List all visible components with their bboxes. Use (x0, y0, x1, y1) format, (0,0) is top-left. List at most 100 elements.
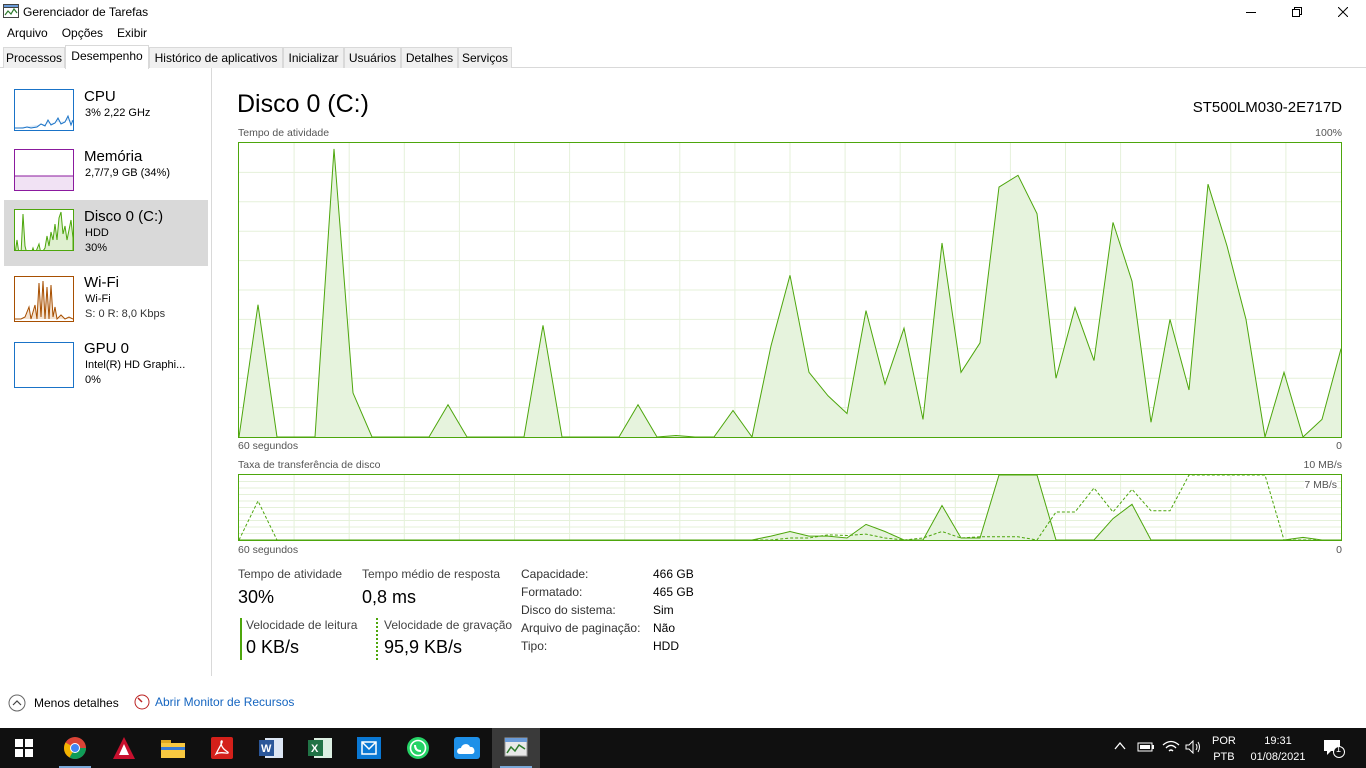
system-disk-value: Sim (653, 603, 674, 617)
less-details-label: Menos detalhes (34, 696, 119, 710)
acrobat-icon (211, 737, 233, 759)
sidebar-item-wifi[interactable]: Wi-Fi Wi-Fi S: 0 R: 8,0 Kbps (4, 268, 208, 334)
taskbar-outlook[interactable] (345, 728, 393, 768)
sidebar-item-sub: 3% 2,22 GHz (85, 107, 151, 119)
sidebar-item-label: GPU 0 (84, 340, 130, 357)
less-details-button[interactable]: Menos detalhes (8, 694, 119, 712)
outlook-mail-icon (357, 737, 381, 759)
tab-servicos[interactable]: Serviços (458, 47, 512, 68)
tab-usuarios[interactable]: Usuários (344, 47, 401, 68)
task-manager-icon (504, 737, 528, 757)
transfer-graph-secondary-scale: 7 MB/s (1304, 479, 1337, 491)
read-speed-label: Velocidade de leitura (246, 618, 358, 632)
cpu-thumbnail-graph (14, 89, 74, 131)
menu-exibir[interactable]: Exibir (110, 24, 154, 44)
activity-graph (238, 142, 1342, 438)
speaker-icon (1185, 739, 1200, 755)
sidebar-item-sub2: 0% (85, 374, 101, 386)
tab-desempenho[interactable]: Desempenho (65, 45, 149, 69)
taskbar-acrobat[interactable] (198, 728, 246, 768)
sidebar-item-sub: Intel(R) HD Graphi... (85, 359, 186, 371)
formatted-value: 465 GB (653, 585, 694, 599)
close-icon (1338, 7, 1348, 17)
resource-monitor-link[interactable]: Abrir Monitor de Recursos (134, 694, 294, 710)
taskbar-task-manager[interactable] (492, 728, 540, 768)
tab-processos[interactable]: Processos (3, 47, 65, 68)
resource-monitor-label: Abrir Monitor de Recursos (155, 695, 295, 709)
sidebar-item-label: CPU (84, 88, 116, 105)
sidebar-item-label: Disco 0 (C:) (84, 208, 164, 225)
restore-icon (1292, 7, 1302, 17)
read-speed-legend-line (240, 618, 242, 660)
activity-graph-max: 100% (1315, 127, 1342, 139)
network-indicator[interactable] (1162, 740, 1180, 757)
activity-graph-title: Tempo de atividade (238, 127, 330, 139)
battery-icon (1137, 742, 1154, 752)
clock[interactable]: 19:31 01/08/2021 (1248, 733, 1308, 765)
sidebar-item-disk[interactable]: Disco 0 (C:) HDD 30% (4, 200, 208, 266)
sidebar-item-label: Memória (84, 148, 143, 165)
tab-inicializar[interactable]: Inicializar (283, 47, 344, 68)
write-speed-legend-line (376, 618, 378, 660)
language-indicator[interactable]: POR PTB (1212, 733, 1236, 765)
action-center-button[interactable]: 1 (1323, 738, 1345, 761)
taskbar-autocad[interactable] (100, 728, 148, 768)
taskbar-whatsapp[interactable] (394, 728, 442, 768)
menu-opcoes[interactable]: Opções (55, 24, 110, 44)
taskbar-word[interactable]: W (247, 728, 295, 768)
response-time-value: 0,8 ms (362, 587, 417, 607)
tab-strip: Processos Desempenho Histórico de aplica… (0, 44, 1366, 69)
taskbar: W X POR PTB 19:31 01/08/2021 1 (0, 728, 1366, 768)
type-value: HDD (653, 639, 679, 653)
clock-date: 01/08/2021 (1250, 751, 1306, 763)
capacity-value: 466 GB (653, 567, 694, 581)
chevron-up-icon (8, 694, 26, 712)
restore-button[interactable] (1274, 0, 1320, 24)
start-button[interactable] (0, 728, 48, 768)
sidebar-item-memory[interactable]: Memória 2,7/7,9 GB (34%) (4, 142, 208, 208)
chevron-up-icon (1114, 741, 1126, 750)
clock-time: 19:31 (1264, 735, 1292, 747)
battery-indicator[interactable] (1137, 741, 1155, 756)
tab-historico-aplicativos[interactable]: Histórico de aplicativos (149, 47, 283, 68)
menu-arquivo[interactable]: Arquivo (0, 24, 55, 44)
tray-overflow-button[interactable] (1114, 740, 1126, 755)
page-file-label: Arquivo de paginação: (521, 621, 641, 635)
notification-count: 1 (1336, 744, 1342, 754)
chrome-icon (64, 737, 86, 759)
word-icon: W (259, 738, 283, 758)
language-code: POR (1212, 735, 1236, 747)
title-bar: Gerenciador de Tarefas (0, 0, 1366, 24)
tab-detalhes[interactable]: Detalhes (401, 47, 458, 68)
transfer-graph-max: 10 MB/s (1303, 459, 1342, 471)
active-time-label: Tempo de atividade (238, 567, 343, 581)
activity-graph-x-right: 0 (1336, 440, 1342, 452)
performance-sidebar: CPU 3% 2,22 GHz Memória 2,7/7,9 GB (34%)… (0, 68, 212, 676)
wifi-thumbnail-graph (14, 276, 74, 322)
active-time-value: 30% (238, 587, 275, 607)
formatted-label: Formatado: (521, 585, 583, 599)
type-label: Tipo: (521, 639, 548, 653)
sidebar-item-sub2: 30% (85, 242, 108, 254)
sidebar-item-sub: HDD (85, 227, 109, 239)
taskbar-chrome[interactable] (51, 728, 99, 768)
notification-icon (1324, 740, 1345, 758)
resource-monitor-icon (134, 694, 150, 710)
write-speed-value: 95,9 KB/s (384, 637, 463, 657)
close-button[interactable] (1320, 0, 1366, 24)
sidebar-item-gpu[interactable]: GPU 0 Intel(R) HD Graphi... 0% (4, 334, 208, 400)
disk-detail-panel: Disco 0 (C:) ST500LM030-2E717D Tempo de … (212, 68, 1366, 676)
minimize-button[interactable] (1228, 0, 1274, 24)
taskbar-excel[interactable]: X (296, 728, 344, 768)
transfer-graph-title: Taxa de transferência de disco (238, 459, 381, 471)
memory-thumbnail-graph (14, 149, 74, 191)
taskbar-onedrive[interactable] (443, 728, 491, 768)
volume-indicator[interactable] (1185, 739, 1203, 757)
folder-icon (161, 740, 185, 758)
sidebar-item-cpu[interactable]: CPU 3% 2,22 GHz (4, 82, 208, 148)
taskbar-file-explorer[interactable] (149, 728, 197, 768)
read-speed-value: 0 KB/s (246, 637, 300, 657)
transfer-graph: 7 MB/s (238, 474, 1342, 541)
disk-model: ST500LM030-2E717D (1192, 99, 1342, 116)
window-title: Gerenciador de Tarefas (23, 5, 149, 19)
